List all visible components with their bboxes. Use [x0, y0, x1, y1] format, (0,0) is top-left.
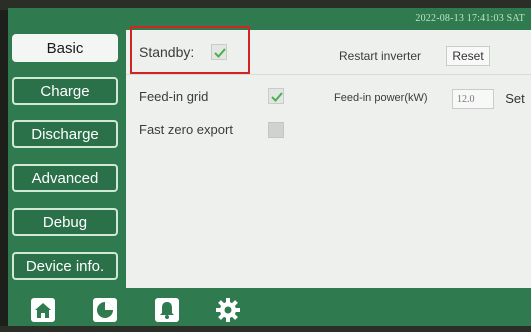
- reset-button[interactable]: Reset: [446, 46, 490, 66]
- basic-settings-panel: Standby: Restart inverter Reset Feed-in …: [126, 30, 531, 288]
- datetime-display: 2022-08-13 17:41:03 SAT: [415, 13, 525, 24]
- row-divider: [126, 74, 531, 75]
- standby-checkbox[interactable]: [211, 44, 227, 60]
- feed-in-power-label: Feed-in power(kW): [334, 92, 428, 104]
- feed-in-grid-label: Feed-in grid: [139, 89, 209, 104]
- sidebar-item-device-info[interactable]: Device info.: [12, 252, 118, 280]
- gear-icon[interactable]: [215, 297, 241, 323]
- restart-inverter-label: Restart inverter: [339, 49, 422, 63]
- set-button[interactable]: Set: [502, 88, 528, 108]
- sidebar-item-advanced[interactable]: Advanced: [12, 164, 118, 192]
- bottom-nav-bar: [8, 288, 531, 326]
- checkmark-icon: [271, 92, 283, 102]
- sidebar-item-debug[interactable]: Debug: [12, 208, 118, 236]
- checkmark-icon: [214, 48, 226, 58]
- device-bezel-bottom: [0, 326, 531, 332]
- feed-in-grid-checkbox[interactable]: [268, 88, 284, 104]
- fast-zero-export-label: Fast zero export: [139, 122, 233, 137]
- standby-label: Standby:: [139, 44, 195, 60]
- home-icon[interactable]: [30, 297, 56, 323]
- feed-in-power-input[interactable]: [452, 89, 494, 109]
- pie-chart-icon[interactable]: [92, 297, 118, 323]
- fast-zero-export-checkbox[interactable]: [268, 122, 284, 138]
- status-bar: 2022-08-13 17:41:03 SAT: [8, 8, 531, 30]
- inverter-screen: 2022-08-13 17:41:03 SAT Basic Charge Dis…: [8, 8, 531, 326]
- bell-icon[interactable]: [154, 297, 180, 323]
- sidebar: Basic Charge Discharge Advanced Debug De…: [8, 30, 126, 288]
- sidebar-item-basic[interactable]: Basic: [12, 34, 118, 62]
- sidebar-item-discharge[interactable]: Discharge: [12, 120, 118, 148]
- sidebar-item-charge[interactable]: Charge: [12, 77, 118, 105]
